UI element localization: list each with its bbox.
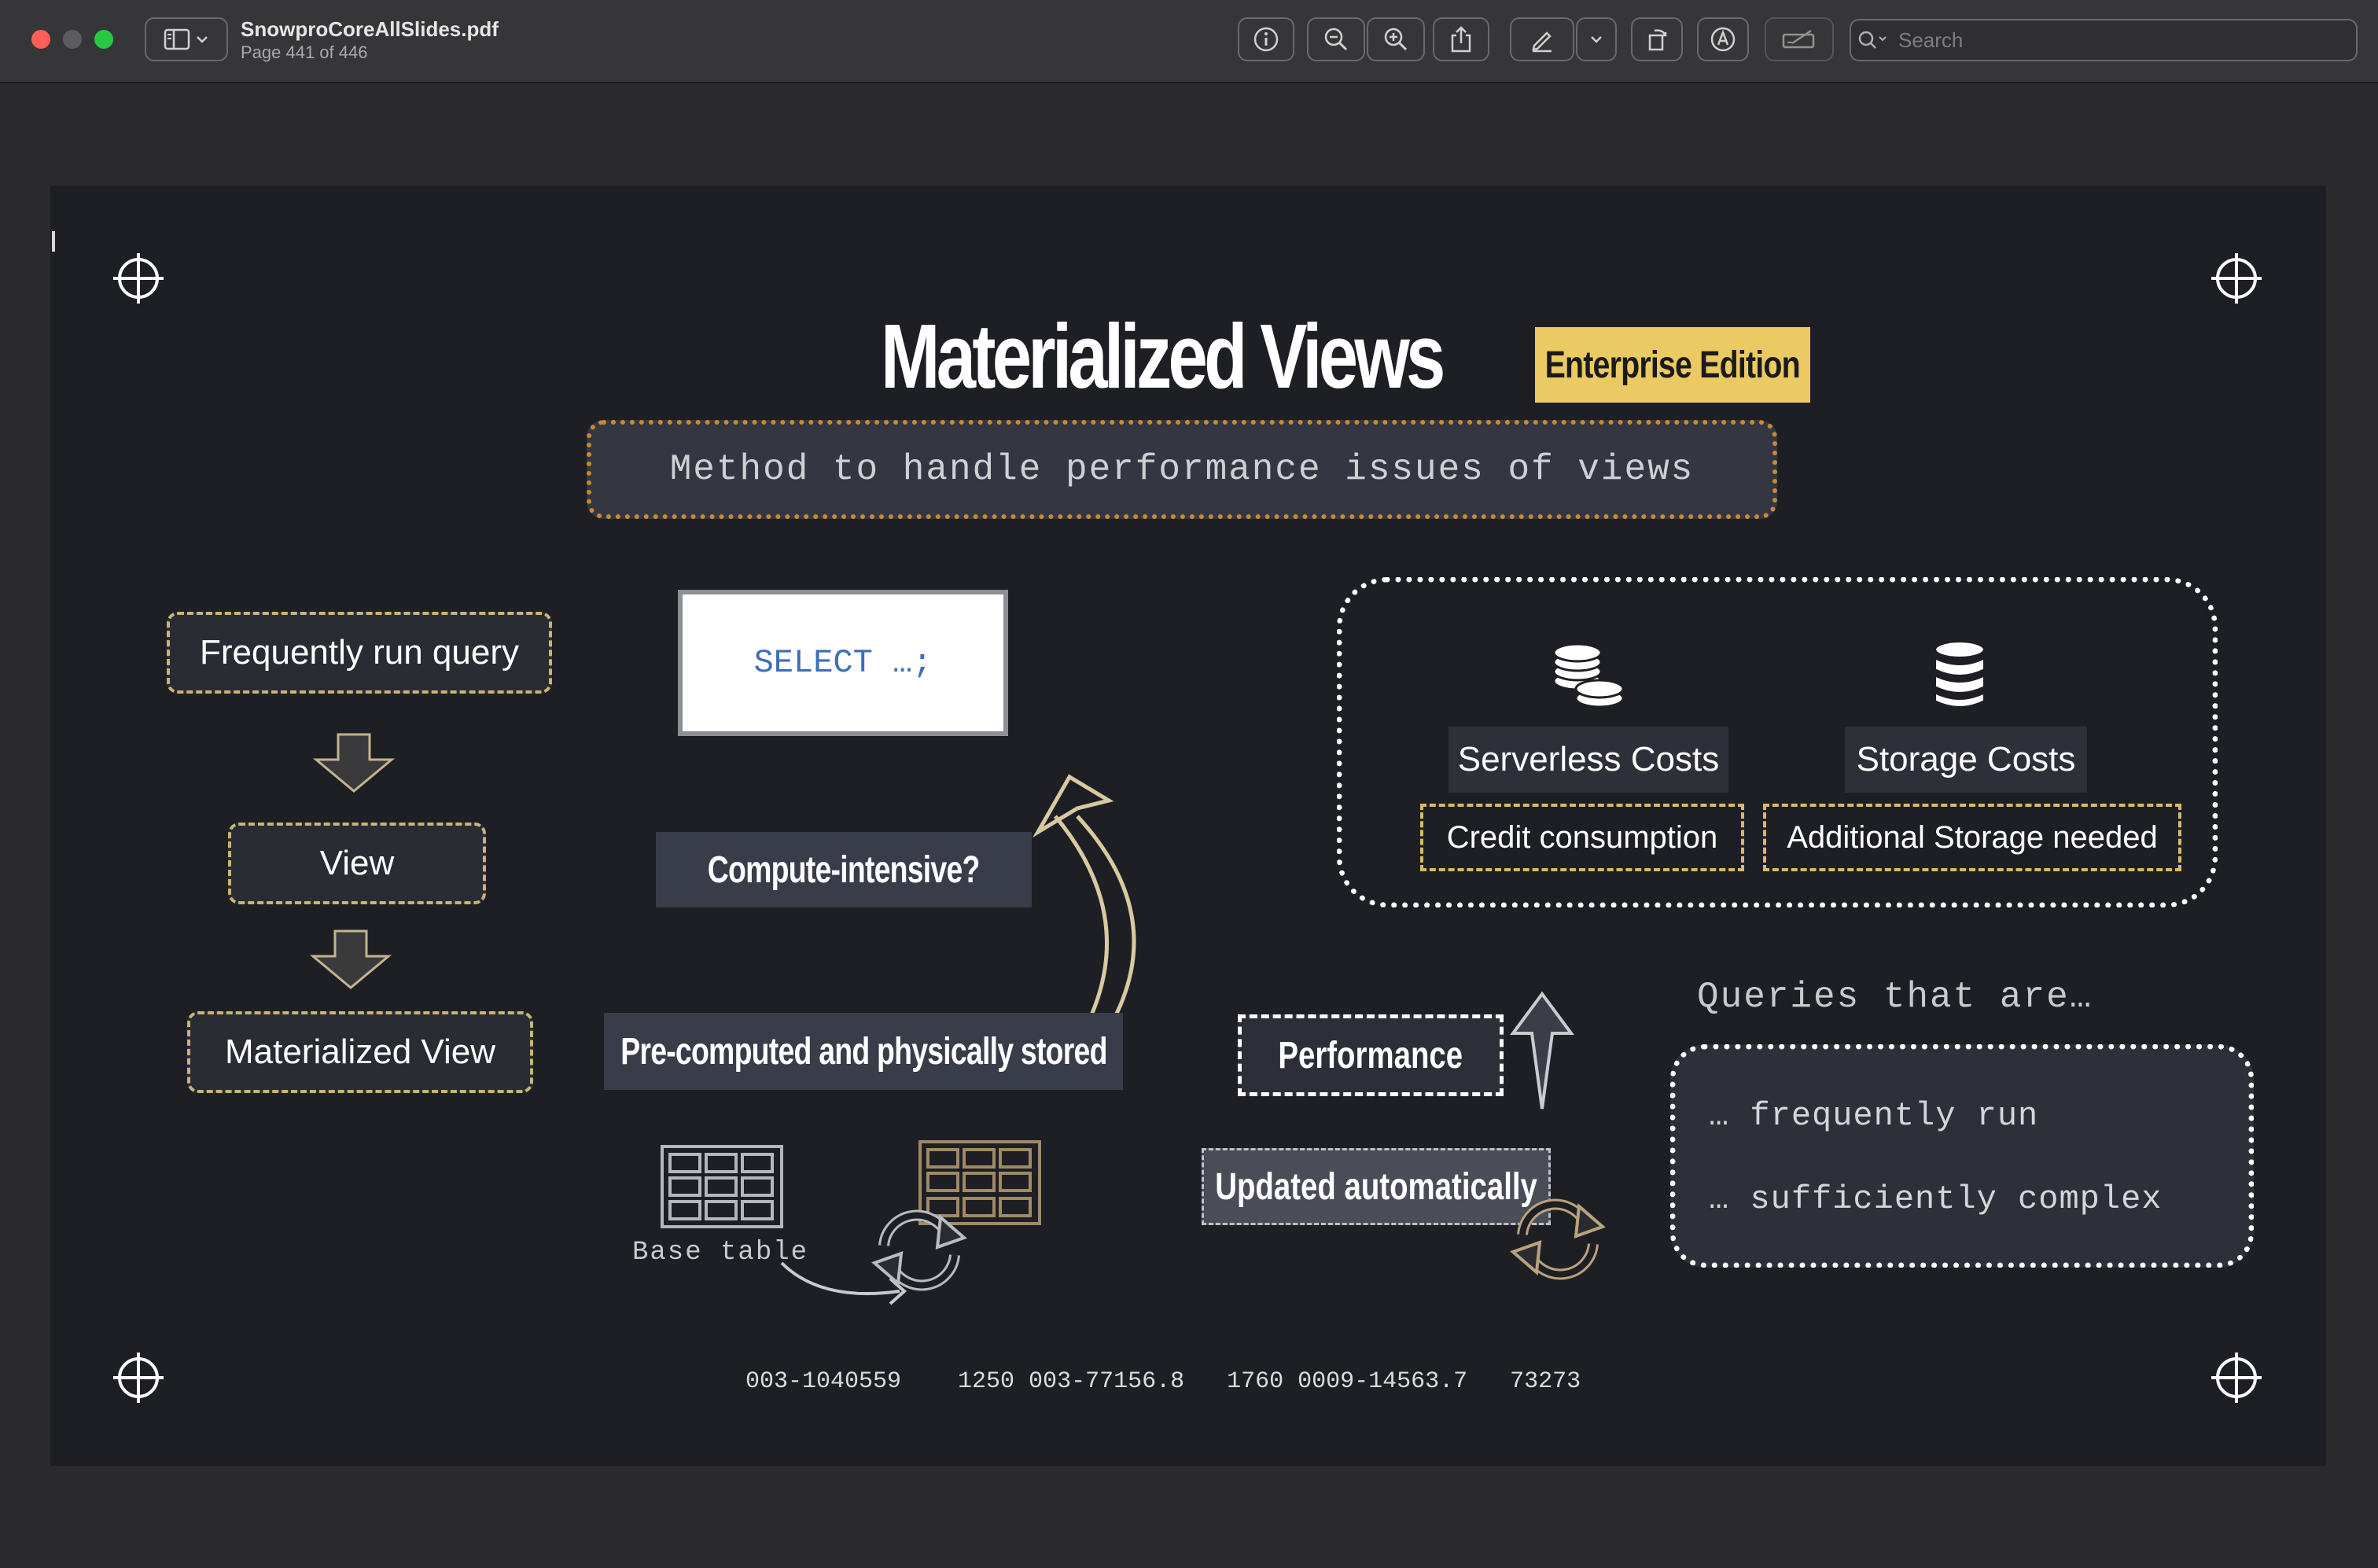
updated-automatically-box: Updated automatically [1202, 1148, 1551, 1225]
base-table-icon [661, 1145, 783, 1228]
zoom-in-button[interactable] [1367, 17, 1425, 61]
materialized-view-box: Materialized View [187, 1011, 533, 1093]
info-icon [1253, 27, 1279, 52]
annotate-icon [1710, 27, 1736, 52]
chevron-down-icon [1591, 36, 1602, 43]
chevron-down-icon [197, 36, 208, 43]
share-button[interactable] [1433, 17, 1489, 61]
crosshair-icon [113, 1353, 164, 1403]
refresh-icon [871, 1209, 967, 1291]
precomputed-text: Pre-computed and physically stored [620, 1030, 1107, 1073]
info-button[interactable] [1238, 17, 1294, 61]
serverless-costs-label: Serverless Costs [1449, 727, 1728, 793]
page-indicator: Page 441 of 446 [241, 42, 368, 62]
window-toolbar: SnowproCoreAllSlides.pdf Page 441 of 446 [0, 0, 2378, 83]
curved-arrow-up-icon [1033, 774, 1136, 1030]
search-input[interactable] [1897, 27, 2340, 53]
rotate-button[interactable] [1631, 17, 1683, 61]
coins-icon [1552, 642, 1625, 709]
database-icon [1933, 639, 1986, 709]
annotate-button[interactable] [1697, 17, 1749, 61]
storage-costs-label: Storage Costs [1845, 727, 2087, 793]
pdf-page: Materialized Views Enterprise Edition Me… [50, 186, 2326, 1466]
view-box: View [228, 823, 486, 904]
crosshair-icon [2211, 1353, 2262, 1403]
search-field[interactable] [1850, 19, 2358, 61]
minimize-window-button[interactable] [63, 30, 82, 49]
performance-text: Performance [1278, 1034, 1463, 1077]
queries-box: … frequently run … sufficiently complex [1670, 1044, 2254, 1268]
slide-footer-numbers: 003-1040559 1250 003-77156.8 1760 0009-1… [745, 1368, 1581, 1395]
arrow-down-icon [310, 929, 392, 989]
queries-heading: Queries that are… [1697, 977, 2093, 1018]
slide-title: Materialized Views [881, 305, 1445, 407]
frequently-run-query-box: Frequently run query [167, 612, 552, 694]
zoom-out-icon [1324, 28, 1348, 51]
arrow-down-icon [313, 733, 395, 793]
search-icon [1858, 31, 1887, 49]
markup-pen-icon [1532, 31, 1552, 53]
zoom-out-button[interactable] [1307, 17, 1365, 61]
crosshair-icon [2211, 253, 2262, 304]
subtitle-box: Method to handle performance issues of v… [587, 420, 1777, 519]
text-cursor [52, 231, 55, 252]
form-fill-button[interactable] [1765, 17, 1834, 61]
form-fill-icon [1782, 29, 1815, 49]
updated-automatically-text: Updated automatically [1215, 1165, 1537, 1208]
performance-box: Performance [1238, 1014, 1504, 1096]
markup-button[interactable] [1510, 17, 1574, 61]
query-item-sufficiently-complex: … sufficiently complex [1709, 1180, 2163, 1218]
edition-badge: Enterprise Edition [1535, 327, 1810, 403]
close-window-button[interactable] [31, 30, 50, 49]
zoom-window-button[interactable] [94, 30, 113, 49]
precomputed-label: Pre-computed and physically stored [604, 1013, 1123, 1090]
share-icon [1451, 26, 1471, 53]
arrow-up-icon [1510, 991, 1574, 1110]
compute-intensive-label: Compute-intensive? [656, 832, 1032, 907]
zoom-in-icon [1384, 28, 1408, 51]
refresh-icon [1510, 1198, 1606, 1280]
query-item-frequently-run: … frequently run [1709, 1097, 2039, 1135]
compute-intensive-text: Compute-intensive? [708, 848, 981, 891]
rotate-icon [1648, 29, 1667, 51]
document-title: SnowproCoreAllSlides.pdf [241, 17, 499, 41]
sidebar-toggle-button[interactable] [145, 17, 228, 61]
edition-badge-label: Enterprise Edition [1544, 344, 1801, 386]
sidebar-icon [164, 28, 190, 50]
additional-storage-box: Additional Storage needed [1763, 804, 2181, 871]
markup-menu-button[interactable] [1576, 17, 1617, 61]
crosshair-icon [113, 253, 164, 304]
select-query-box: SELECT …; [678, 590, 1008, 736]
credit-consumption-box: Credit consumption [1420, 804, 1744, 871]
